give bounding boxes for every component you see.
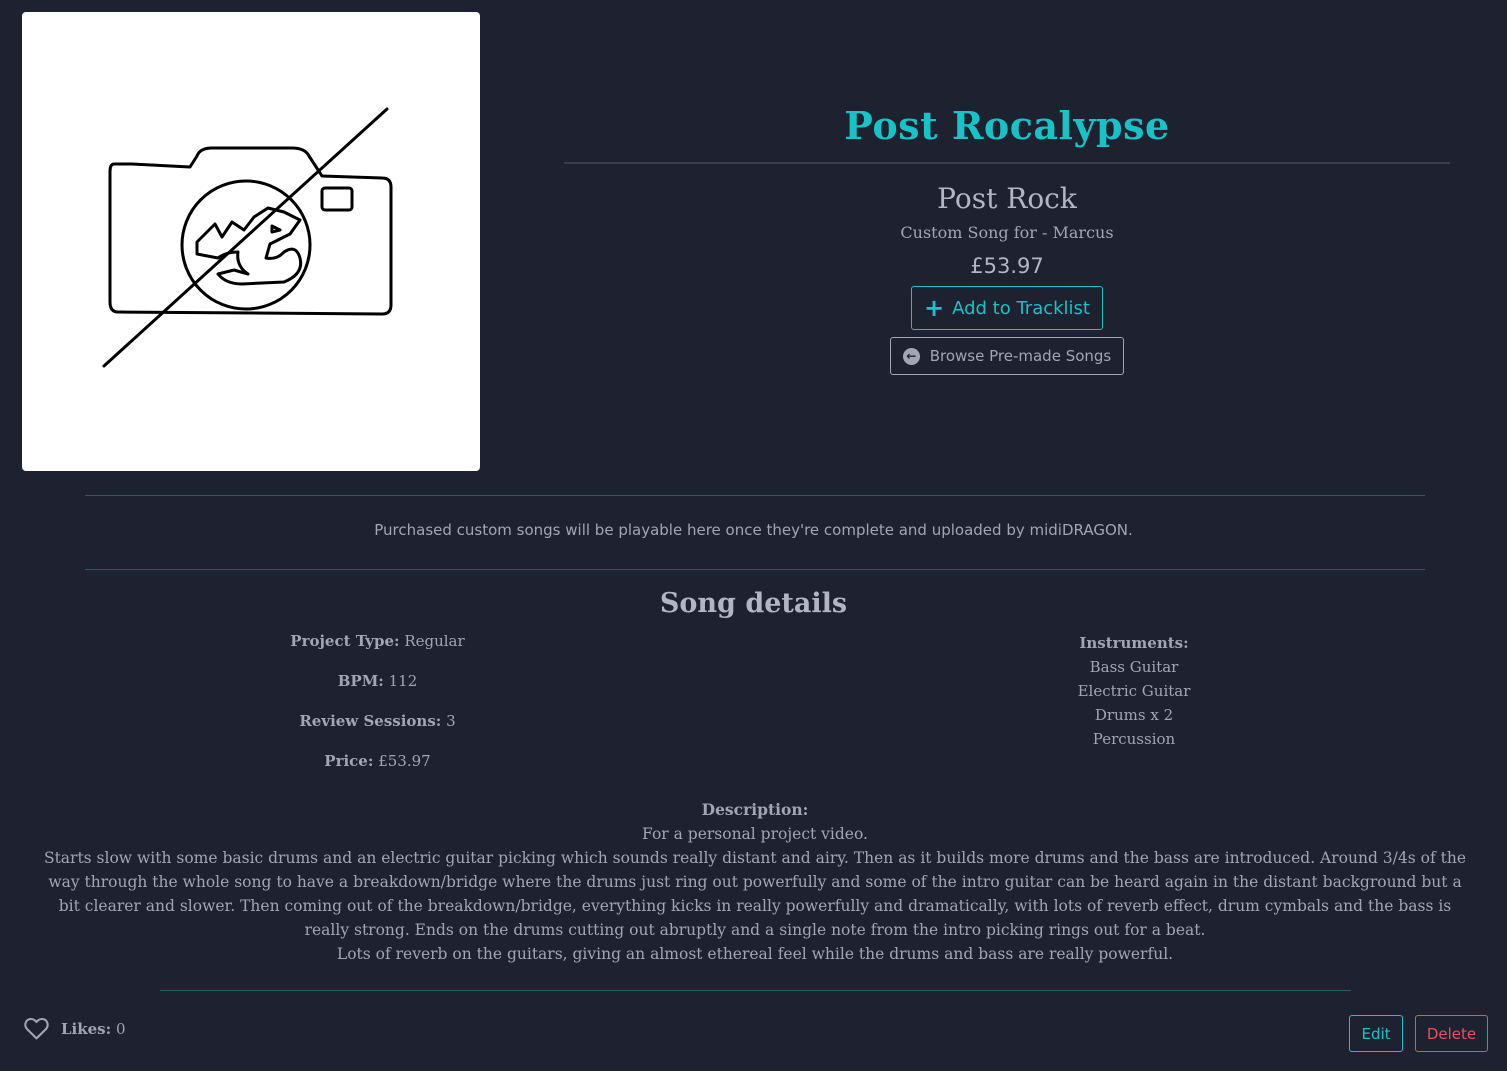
song-price: £53.97 <box>970 254 1044 278</box>
instrument-item: Bass Guitar <box>1089 658 1179 676</box>
description-paragraph: For a personal project video. <box>642 825 868 843</box>
add-to-tracklist-button[interactable]: + Add to Tracklist <box>910 286 1103 330</box>
title-divider <box>564 162 1450 164</box>
song-description: Description: For a personal project vide… <box>40 798 1470 966</box>
instrument-item: Percussion <box>1092 730 1176 748</box>
song-customer: Custom Song for - Marcus <box>900 223 1114 242</box>
review-sessions-value: 3 <box>446 712 456 730</box>
section-divider <box>85 495 1425 496</box>
price-value: £53.97 <box>378 752 431 770</box>
song-details-heading: Song details <box>659 588 848 619</box>
song-title: Post Rocalypse <box>844 103 1170 148</box>
delete-button[interactable]: Delete <box>1415 1015 1488 1052</box>
instruments-list: Instruments: Bass Guitar Electric Guitar… <box>984 631 1284 751</box>
browse-premade-songs-button[interactable]: ← Browse Pre-made Songs <box>889 337 1125 375</box>
instrument-item: Drums x 2 <box>1094 706 1174 724</box>
no-image-camera-icon <box>102 107 393 368</box>
review-sessions-row: Review Sessions: 3 <box>180 711 575 731</box>
heart-icon[interactable] <box>24 1017 49 1040</box>
song-details-list: Project Type: Regular BPM: 112 Review Se… <box>180 631 575 791</box>
price-label: Price: <box>324 752 374 770</box>
browse-premade-songs-label: Browse Pre-made Songs <box>929 347 1112 365</box>
project-type-label: Project Type: <box>290 632 400 650</box>
add-to-tracklist-label: Add to Tracklist <box>952 297 1090 319</box>
price-row: Price: £53.97 <box>180 751 575 771</box>
likes-label: Likes: <box>61 1019 112 1038</box>
project-type-row: Project Type: Regular <box>180 631 575 651</box>
description-paragraph: Starts slow with some basic drums and an… <box>43 849 1467 939</box>
edit-button[interactable]: Edit <box>1349 1015 1403 1052</box>
likes-count: 0 <box>115 1019 126 1038</box>
likes-widget: Likes: 0 <box>24 1017 126 1040</box>
project-type-value: Regular <box>404 632 465 650</box>
instrument-item: Electric Guitar <box>1077 682 1191 700</box>
bpm-label: BPM: <box>337 672 384 690</box>
bpm-row: BPM: 112 <box>180 671 575 691</box>
plus-icon: + <box>923 294 945 322</box>
description-label: Description: <box>701 800 809 819</box>
arrow-left-circle-icon: ← <box>902 347 920 365</box>
review-sessions-label: Review Sessions: <box>299 712 442 730</box>
instruments-label: Instruments: <box>1079 634 1189 652</box>
song-genre: Post Rock <box>937 182 1077 215</box>
song-header: Post Rocalypse Post Rock Custom Song for… <box>564 100 1450 375</box>
player-notice: Purchased custom songs will be playable … <box>374 521 1133 539</box>
bpm-value: 112 <box>388 672 418 690</box>
description-paragraph: Lots of reverb on the guitars, giving an… <box>336 945 1174 963</box>
footer-divider <box>160 990 1351 991</box>
song-cover-image <box>22 12 480 471</box>
section-divider <box>85 569 1425 570</box>
